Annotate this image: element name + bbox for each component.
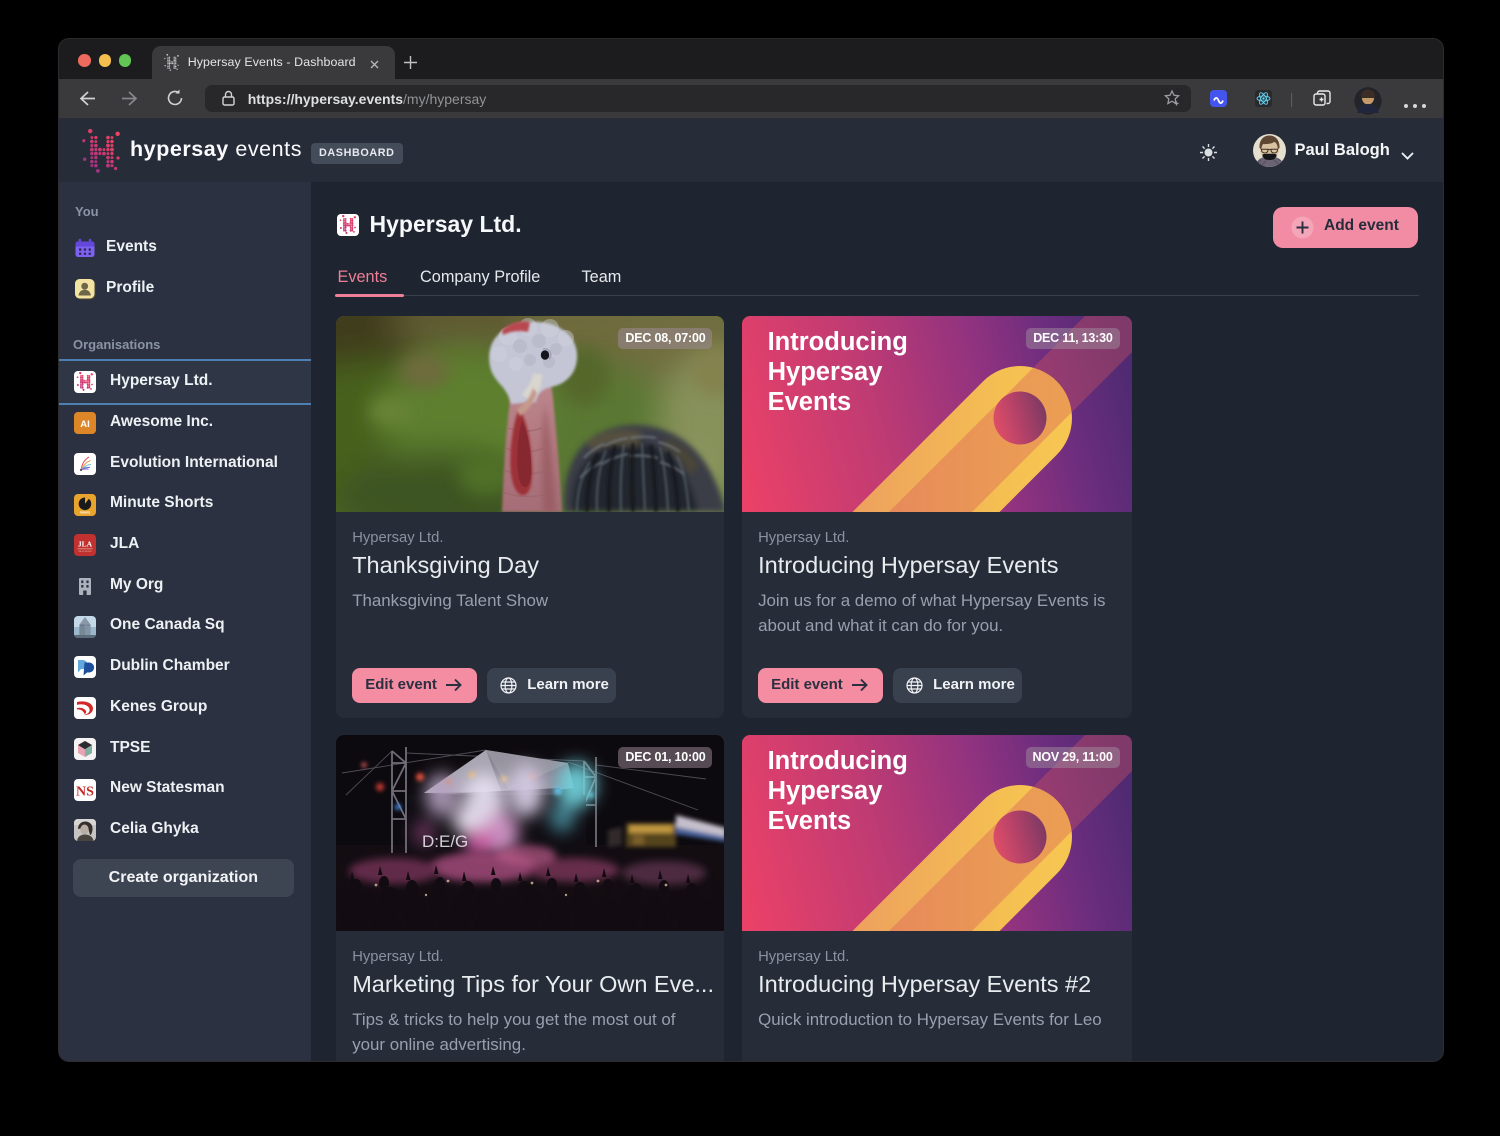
svg-text:D:E/G: D:E/G (422, 832, 468, 851)
svg-text:AI: AI (80, 419, 90, 430)
svg-text:minute: minute (80, 510, 91, 514)
svg-text:JLA: JLA (78, 540, 93, 549)
svg-text:TALKS MUSIC: TALKS MUSIC (78, 551, 92, 554)
svg-text:NS: NS (76, 784, 94, 799)
